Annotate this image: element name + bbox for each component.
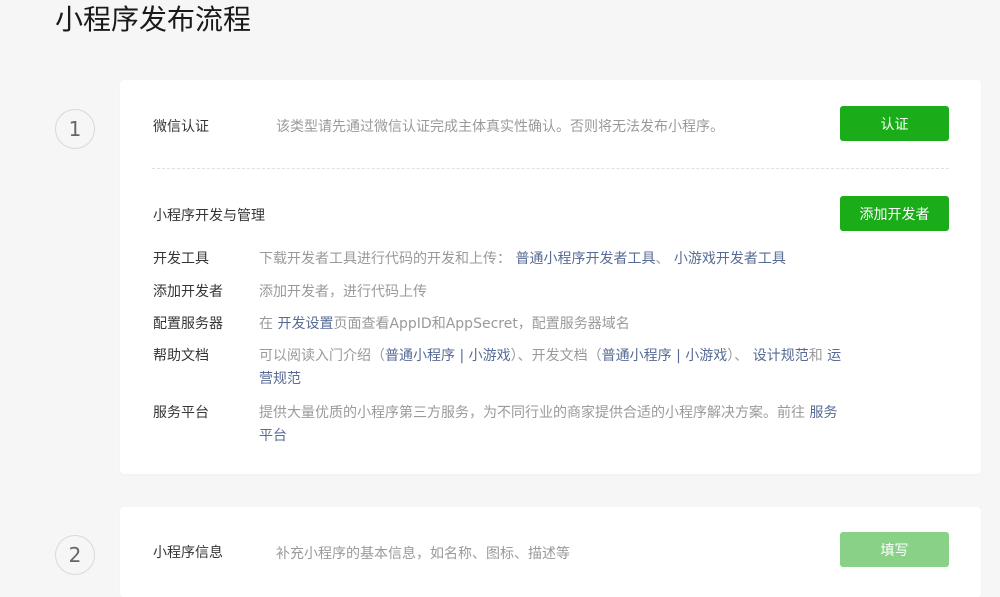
mini-game-devtools-link[interactable]: 小游戏开发者工具 (674, 251, 786, 267)
dev-tools-label: 开发工具 (153, 251, 209, 267)
intro-mini-game-link[interactable]: 小游戏 (469, 348, 511, 364)
dev-tools-separator: 、 (655, 251, 670, 267)
mini-program-info-description: 补充小程序的基本信息，如名称、图标、描述等 (276, 546, 570, 562)
server-config-label: 配置服务器 (153, 316, 223, 332)
dev-doc-mini-game-link[interactable]: 小游戏 (685, 348, 727, 364)
verify-description: 该类型请先通过微信认证完成主体真实性确认。否则将无法发布小程序。 (276, 119, 724, 135)
dev-management-title: 小程序开发与管理 (153, 208, 265, 224)
section-divider (152, 168, 949, 169)
page-title: 小程序发布流程 (55, 3, 252, 36)
server-config-pre: 在 (259, 316, 273, 332)
help-docs-row: 帮助文档 可以阅读入门介绍（普通小程序 | 小游戏）、开发文档（普通小程序 | … (153, 345, 843, 391)
docs-separator: | (676, 348, 681, 364)
docs-comma-text: ）、 (727, 348, 749, 364)
docs-and-text: 和 (808, 348, 823, 364)
service-platform-label: 服务平台 (153, 405, 209, 421)
mini-program-devtools-link[interactable]: 普通小程序开发者工具 (515, 251, 655, 267)
dev-tools-text: 下载开发者工具进行代码的开发和上传： 普通小程序开发者工具、 小游戏开发者工具 (259, 248, 849, 271)
service-platform-text: 提供大量优质的小程序第三方服务，为不同行业的商家提供合适的小程序解决方案。前往 … (259, 402, 849, 448)
service-platform-row: 服务平台 提供大量优质的小程序第三方服务，为不同行业的商家提供合适的小程序解决方… (153, 402, 843, 448)
fill-info-button[interactable]: 填写 (840, 532, 949, 567)
design-spec-link[interactable]: 设计规范 (753, 348, 809, 364)
service-platform-desc: 提供大量优质的小程序第三方服务，为不同行业的商家提供合适的小程序解决方案。前往 (259, 405, 805, 421)
step2-card: 小程序信息 补充小程序的基本信息，如名称、图标、描述等 填写 (120, 507, 981, 597)
help-docs-label: 帮助文档 (153, 348, 209, 364)
server-config-post: 页面查看AppID和AppSecret，配置服务器域名 (333, 316, 630, 332)
verify-label: 微信认证 (153, 119, 209, 135)
step-number-1: 1 (55, 109, 95, 149)
add-developer-label: 添加开发者 (153, 284, 223, 300)
verify-button[interactable]: 认证 (840, 106, 949, 141)
dev-settings-link[interactable]: 开发设置 (277, 316, 333, 332)
server-config-text: 在 开发设置页面查看AppID和AppSecret，配置服务器域名 (259, 313, 849, 336)
step1-card: 微信认证 该类型请先通过微信认证完成主体真实性确认。否则将无法发布小程序。 认证… (120, 80, 981, 474)
add-developer-button[interactable]: 添加开发者 (840, 196, 949, 231)
add-developer-text: 添加开发者，进行代码上传 (259, 284, 427, 300)
intro-mini-program-link[interactable]: 普通小程序 (385, 348, 455, 364)
mini-program-info-label: 小程序信息 (153, 545, 223, 561)
dev-tools-desc: 下载开发者工具进行代码的开发和上传： (259, 251, 511, 267)
help-docs-text: 可以阅读入门介绍（普通小程序 | 小游戏）、开发文档（普通小程序 | 小游戏）、… (259, 345, 849, 391)
docs-dev-text: ）、开发文档（ (510, 348, 602, 364)
step-number-2: 2 (55, 535, 95, 575)
dev-doc-mini-program-link[interactable]: 普通小程序 (602, 348, 672, 364)
docs-intro-text: 可以阅读入门介绍（ (259, 348, 385, 364)
docs-separator: | (459, 348, 465, 364)
